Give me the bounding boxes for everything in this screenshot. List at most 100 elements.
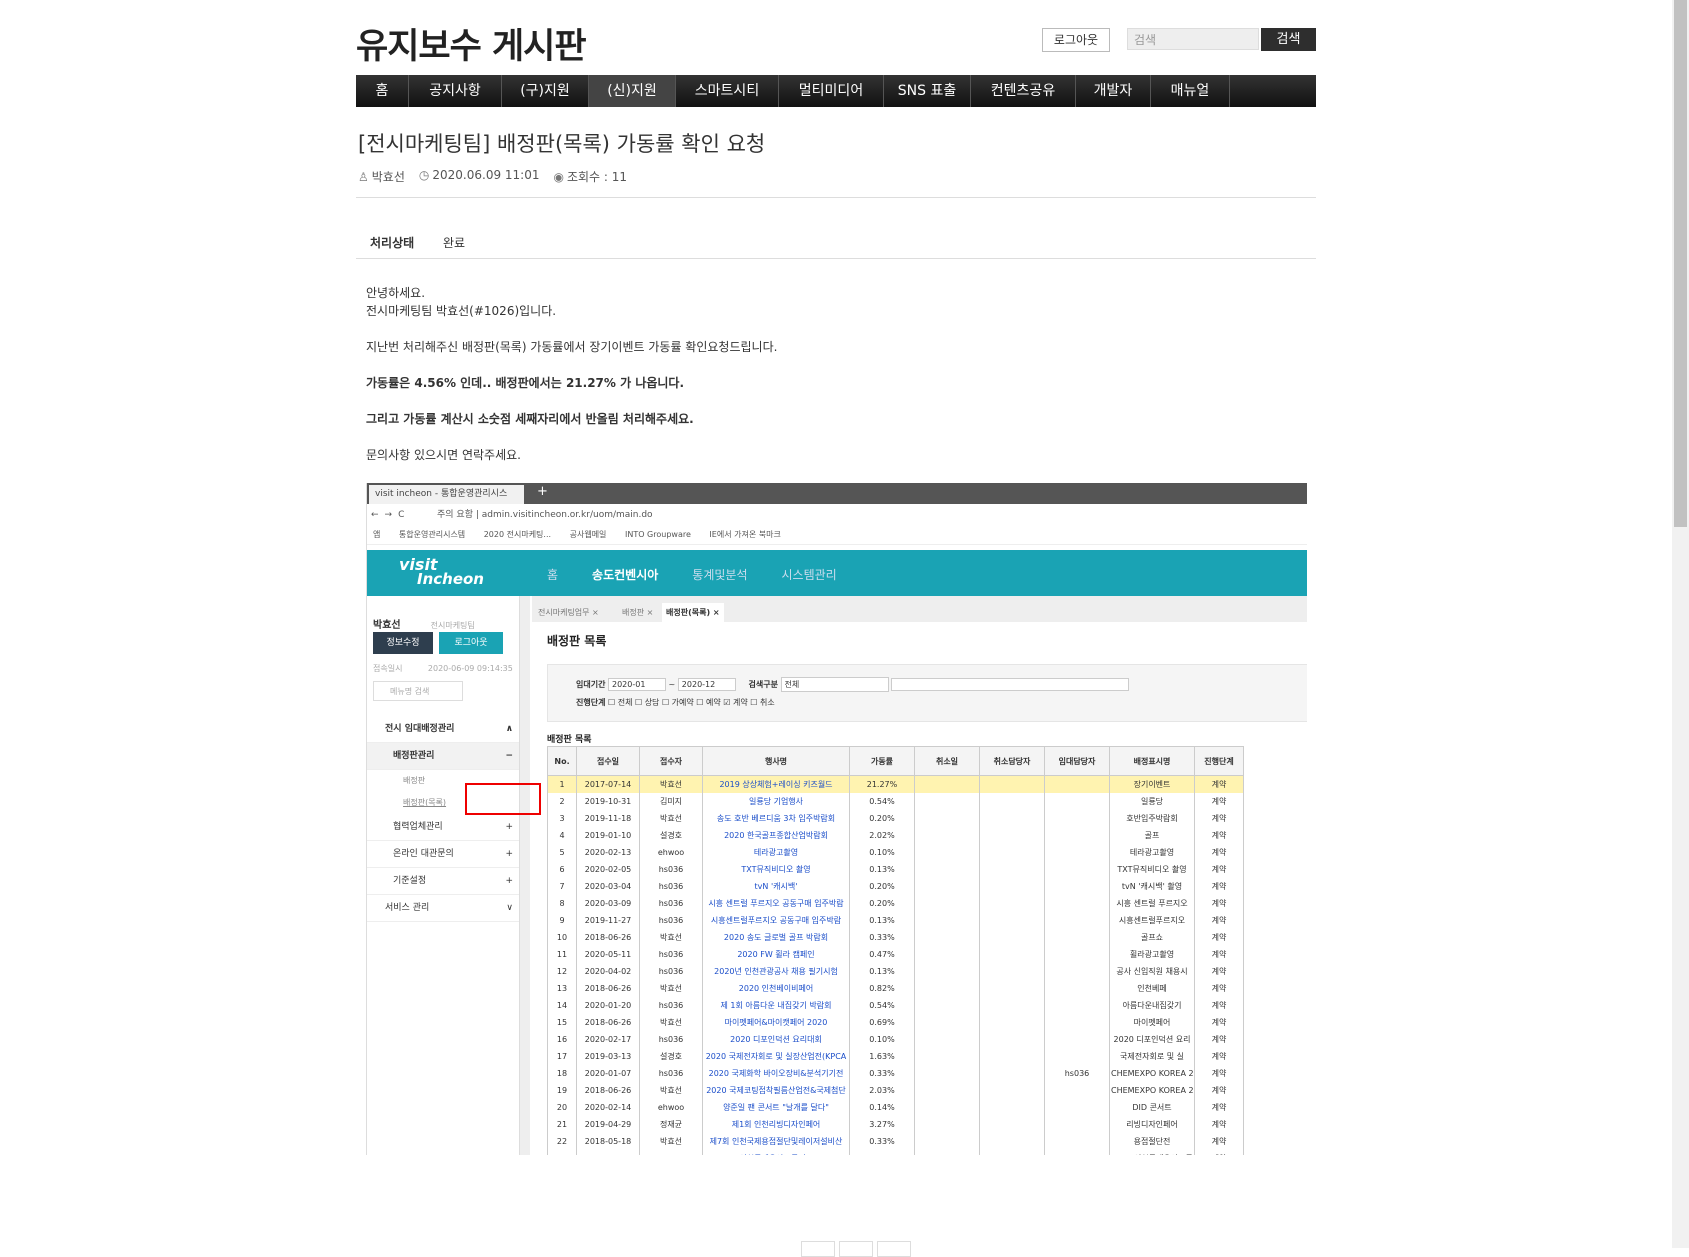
nav-new-support[interactable]: (신)지원 [589,75,676,107]
table-cell [979,929,1045,946]
nav-notice[interactable]: 공지사항 [409,75,502,107]
table-cell: 0.20% [849,878,915,895]
table-cell: tvN '캐시백' [702,878,850,895]
logout-button[interactable]: 로그아웃 [1042,28,1110,52]
table-cell: 2019-10-31 [576,793,640,810]
table-cell: hs036 [1044,1065,1110,1082]
table-cell [914,1116,980,1133]
table-cell: 일룡당 기업행사 [702,793,850,810]
table-cell: 2019 상상체험+레이싱 키즈월드 [702,775,850,793]
table-cell: 3.27% [849,1116,915,1133]
table-cell [914,895,980,912]
app-content-tab: 배정판 × [622,608,654,617]
table-cell [914,997,980,1014]
nav-manual[interactable]: 매뉴얼 [1151,75,1230,107]
table-cell: 박효선 [639,1014,703,1031]
table-cell: 2.02% [849,827,915,844]
table-header: No. [547,746,577,776]
table-cell [914,1031,980,1048]
search-button[interactable]: 검색 [1261,28,1316,51]
table-cell: 0.20% [849,810,915,827]
table-cell: 2020 FW 휠라 캠페인 [702,946,850,963]
table-cell [979,1133,1045,1150]
table-cell: 계약 [1194,1133,1244,1150]
table-row: 15 2018-06-26 박효선 마이펫페어&마이캣페어 2020 0.69% 마이펫페… [547,1014,1244,1031]
search-input[interactable]: 검색 [1127,28,1259,50]
table-cell [979,1082,1045,1099]
table-cell: 2020-02-13 [576,844,640,861]
table-cell [1044,980,1110,997]
nav-contents-share[interactable]: 컨텐츠공유 [971,75,1076,107]
table-cell: 골프쇼 [1109,929,1195,946]
divider [356,197,1316,198]
table-cell: hs036 [639,963,703,980]
nav-smartcity[interactable]: 스마트시티 [676,75,779,107]
table-cell: hs036 [639,912,703,929]
pager-button[interactable] [801,1241,835,1257]
scrollbar-thumb[interactable] [1674,0,1687,527]
table-cell: 정재균 [639,1116,703,1133]
table-row: 22 2018-05-18 박효선 제7회 인천국제용접절단및레이저설비산 0.33% 용… [547,1133,1244,1150]
app-user: 박효선 전시마케팅팀 [373,620,475,631]
pager-button[interactable] [839,1241,873,1257]
app-menu-item: 전시 임대배정관리 ∧ [367,716,519,743]
table-cell: 2020-02-17 [576,1031,640,1048]
table-cell [979,1116,1045,1133]
table-cell: 0.13% [849,861,915,878]
table-cell [979,844,1045,861]
table-cell: 2020-01-20 [576,997,640,1014]
table-cell: 계약 [1194,1031,1244,1048]
table-cell: 18 [547,1065,577,1082]
table-cell [1044,895,1110,912]
table-cell: 2020 디포인덕션 요리 [1109,1031,1195,1048]
table-cell: 10 [547,929,577,946]
table-row: 13 2018-06-26 박효선 2020 인천베이비페어 0.82% 인천베페 계약 [547,980,1244,997]
table-cell: DID 콘서트 [1109,1099,1195,1116]
browser-nav-icons: ←→C [371,510,411,520]
post-title: [전시마케팅팀] 배정판(목록) 가동률 확인 요청 [358,132,766,156]
app-logo: visit Incheon [399,555,484,588]
table-cell [914,861,980,878]
table-header: 접수자 [639,746,703,776]
table-cell: 0.33% [849,929,915,946]
table-cell: 5 [547,844,577,861]
body-line: 안녕하세요. [366,286,426,300]
nav-old-support[interactable]: (구)지원 [502,75,589,107]
nav-sns[interactable]: SNS 표출 [884,75,971,107]
nav-multimedia[interactable]: 멀티미디어 [779,75,884,107]
table-cell: hs036 [639,861,703,878]
table-cell: 2 [547,793,577,810]
table-cell [979,895,1045,912]
table-cell [979,793,1045,810]
table-cell [1044,1099,1110,1116]
table-cell: 2020-03-09 [576,895,640,912]
table-cell: 계약 [1194,827,1244,844]
table-cell: 0.13% [849,963,915,980]
pager-button[interactable] [877,1241,911,1257]
url-text: 주의 요함 | admin.visitincheon.or.kr/uom/mai… [437,510,653,520]
page-scrollbar[interactable] [1672,0,1689,1248]
table-cell: 설경호 [639,1048,703,1065]
app-content-tabs: 전시마케팅업무 × 배정판 × 배정판(목록) × [532,596,1307,622]
table-cell: 시흥센트럴푸르지오 [1109,912,1195,929]
app-edit-button: 정보수정 [373,632,433,654]
table-cell: 공사 신입직원 채용시 [1109,963,1195,980]
table-cell [1044,1116,1110,1133]
nav-developer[interactable]: 개발자 [1076,75,1151,107]
table-cell: 2018-06-26 [576,929,640,946]
eye-icon: ◉ [553,170,564,184]
table-cell [979,912,1045,929]
table-row: 16 2020-02-17 hs036 2020 디포인덕션 요리대회 0.10% 202… [547,1031,1244,1048]
table-cell: 0.13% [849,912,915,929]
table-cell: 12 [547,963,577,980]
table-cell [979,775,1045,793]
table-cell: 2020 한국골프종합산업박람회 [702,827,850,844]
nav-home[interactable]: 홈 [356,75,409,107]
table-cell [914,1082,980,1099]
table-cell: 21.27% [849,775,915,793]
table-row: 3 2019-11-18 박효선 송도 호반 베르디움 3차 입주박람회 0.20% 호반… [547,810,1244,827]
table-cell: 테라광고촬영 [702,844,850,861]
table-cell [979,946,1045,963]
table-cell [914,793,980,810]
table-cell: 계약 [1194,997,1244,1014]
